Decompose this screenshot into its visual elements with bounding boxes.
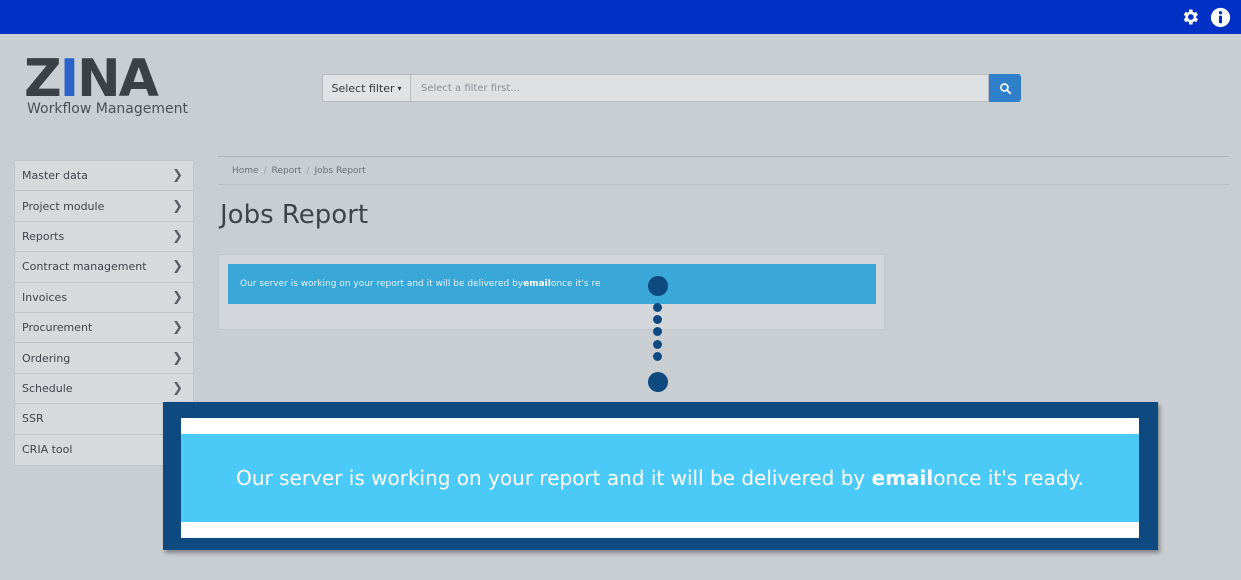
select-filter-label: Select filter	[331, 81, 395, 95]
breadcrumb-separator: /	[306, 165, 310, 176]
alert-text-after: once it's re	[550, 279, 601, 289]
chevron-right-icon: ❯	[172, 289, 183, 305]
select-filter-dropdown[interactable]: Select filter ▾	[322, 74, 411, 102]
sidebar-item-label: Ordering	[22, 351, 71, 365]
callout-text-bold: email	[871, 466, 934, 490]
sidebar-item-label: Schedule	[22, 381, 73, 395]
callout-message: Our server is working on your report and…	[181, 434, 1139, 522]
sidebar-item-label: Master data	[22, 169, 88, 183]
sidebar-item-label: Invoices	[22, 290, 68, 304]
connector-dot	[653, 340, 662, 349]
breadcrumb: Home / Report / Jobs Report	[218, 157, 1229, 185]
connector-dot	[653, 315, 662, 324]
callout-text-before: Our server is working on your report and…	[236, 466, 866, 490]
search-bar: Select filter ▾ Select a filter first...	[322, 74, 1021, 102]
chevron-right-icon: ❯	[172, 320, 183, 336]
sidebar-item-label: Procurement	[22, 321, 93, 335]
sidebar-item-contract-management[interactable]: Contract management ❯	[15, 252, 193, 283]
gear-icon[interactable]	[1179, 6, 1201, 28]
sidebar-item-reports[interactable]: Reports ❯	[15, 222, 193, 253]
sidebar-item-ordering[interactable]: Ordering ❯	[15, 343, 193, 374]
chevron-right-icon: ❯	[172, 259, 183, 275]
page-title: Jobs Report	[220, 200, 369, 230]
caret-down-icon: ▾	[397, 83, 402, 93]
connector-dot	[648, 372, 668, 392]
sidebar-item-label: SSR	[22, 412, 44, 426]
search-input[interactable]: Select a filter first...	[411, 74, 989, 102]
app-logo[interactable]: ZINA Workflow Management	[24, 49, 214, 125]
connector-dot	[653, 327, 662, 336]
connector-dot	[653, 303, 662, 312]
connector-dot	[653, 352, 662, 361]
sidebar-item-label: Contract management	[22, 260, 147, 274]
breadcrumb-separator: /	[263, 165, 267, 176]
sidebar-item-label: CRIA tool	[22, 443, 73, 457]
sidebar-item-project-module[interactable]: Project module ❯	[15, 191, 193, 222]
search-icon	[999, 82, 1011, 94]
report-panel: Our server is working on your report and…	[218, 254, 885, 330]
logo-wordmark: ZINA	[24, 49, 159, 109]
top-bar	[0, 0, 1241, 34]
chevron-right-icon: ❯	[172, 168, 183, 184]
callout-inner: Our server is working on your report and…	[181, 418, 1139, 538]
sidebar-item-label: Reports	[22, 229, 65, 243]
info-circle-icon[interactable]	[1209, 6, 1231, 28]
callout-text-after: once it's ready.	[933, 466, 1084, 490]
info-alert: Our server is working on your report and…	[228, 264, 876, 304]
chevron-right-icon: ❯	[172, 198, 183, 214]
sidebar-item-master-data[interactable]: Master data ❯	[15, 161, 193, 192]
sidebar-item-procurement[interactable]: Procurement ❯	[15, 313, 193, 344]
chevron-right-icon: ❯	[172, 380, 183, 396]
top-bar-icons	[1179, 6, 1231, 28]
zoom-callout: Our server is working on your report and…	[163, 402, 1158, 550]
connector-dot	[648, 276, 668, 296]
alert-text-before: Our server is working on your report and…	[240, 279, 524, 289]
sidebar-item-schedule[interactable]: Schedule ❯	[15, 374, 193, 405]
logo-subtitle: Workflow Management	[27, 101, 188, 117]
sidebar-item-invoices[interactable]: Invoices ❯	[15, 283, 193, 313]
chevron-right-icon: ❯	[172, 228, 183, 244]
breadcrumb-report[interactable]: Report	[272, 166, 302, 176]
sidebar-item-label: Project module	[22, 199, 105, 213]
breadcrumb-current: Jobs Report	[314, 165, 366, 176]
breadcrumb-home[interactable]: Home	[232, 166, 259, 176]
search-button[interactable]	[989, 74, 1021, 102]
alert-text-bold: email	[523, 279, 551, 289]
chevron-right-icon: ❯	[172, 350, 183, 366]
